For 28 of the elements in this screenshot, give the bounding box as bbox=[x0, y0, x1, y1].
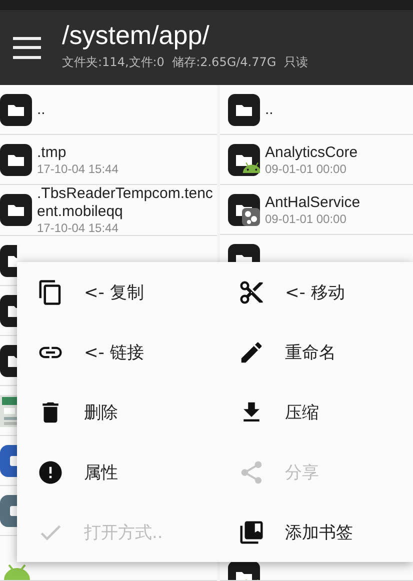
menu-item[interactable]: <- 移动 bbox=[215, 262, 413, 322]
folder-icon bbox=[228, 94, 260, 126]
bookmark-icon bbox=[238, 518, 265, 546]
file-date: 09-01-01 00:00 bbox=[265, 162, 348, 176]
file-name[interactable]: .. bbox=[37, 100, 46, 118]
menu-item[interactable]: <- 链接 bbox=[17, 322, 215, 382]
file-name[interactable]: AnalyticsCore bbox=[265, 144, 358, 162]
file-date: 09-01-01 00:00 bbox=[265, 212, 348, 226]
menu-item[interactable]: 添加书签 bbox=[215, 502, 413, 562]
file-name[interactable]: .TbsReaderTempcom.tencent.mobileqq bbox=[37, 185, 217, 221]
path-title: /system/app/ bbox=[62, 20, 210, 51]
file-name[interactable]: .tmp bbox=[37, 144, 118, 162]
file-date: 17-10-04 15:44 bbox=[37, 221, 120, 235]
menu-item[interactable]: <- 复制 bbox=[17, 262, 215, 322]
file-name[interactable]: .. bbox=[265, 100, 274, 118]
android-icon bbox=[2, 564, 32, 580]
menu-item[interactable]: 压缩 bbox=[215, 382, 413, 442]
menu-item[interactable]: 删除 bbox=[17, 382, 215, 442]
menu-button[interactable] bbox=[13, 36, 41, 58]
menu-item[interactable]: 重命名 bbox=[215, 322, 413, 382]
file-date: 17-10-04 15:44 bbox=[37, 162, 118, 176]
file-name[interactable]: AntHalService bbox=[265, 194, 360, 212]
exclamation-icon bbox=[37, 458, 64, 486]
android-folder-icon bbox=[228, 144, 260, 176]
folder-icon bbox=[228, 194, 260, 226]
scissors-icon bbox=[238, 278, 265, 306]
menu-item[interactable]: 属性 bbox=[17, 442, 215, 502]
storage-info: 文件夹:114,文件:0 储存:2.65G/4.77G 只读 bbox=[62, 54, 308, 71]
